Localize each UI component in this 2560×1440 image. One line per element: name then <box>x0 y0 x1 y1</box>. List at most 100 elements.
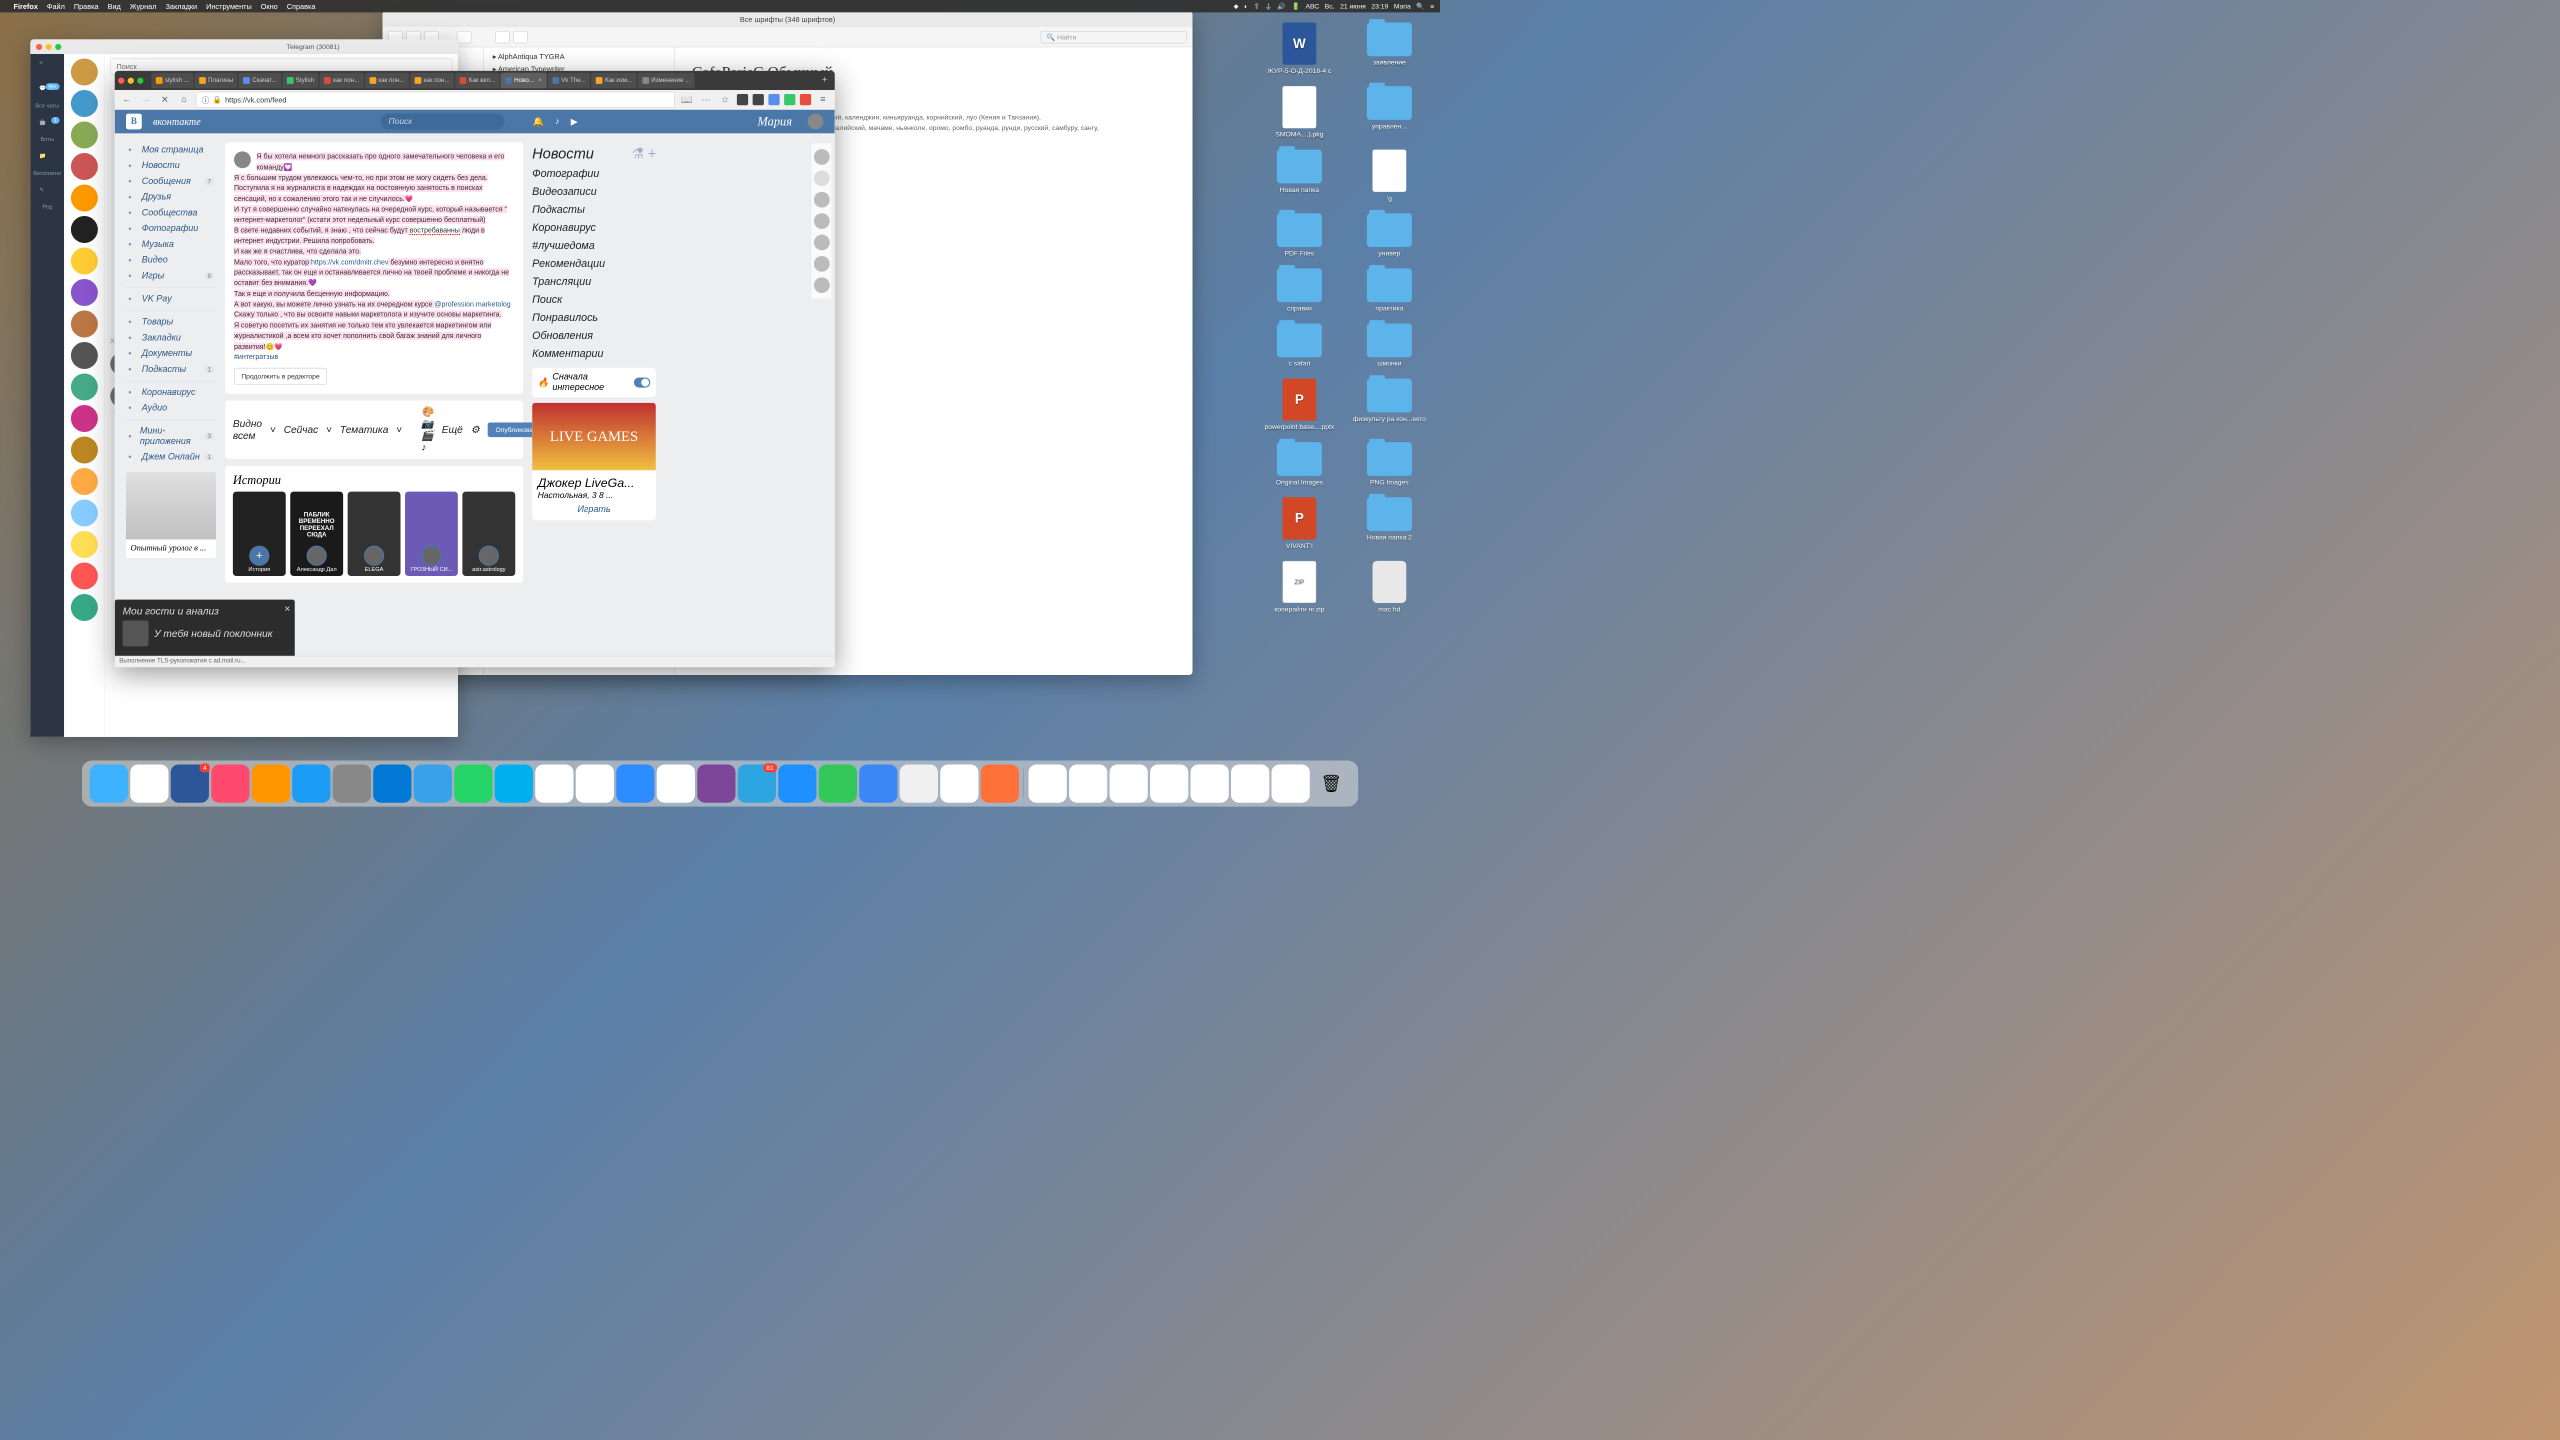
dock-app-tor[interactable] <box>697 764 735 802</box>
desktop-item[interactable]: SMOMA....).pkg <box>1260 86 1339 138</box>
rail-all-chats[interactable]: 💬99+Все чаты <box>35 86 59 110</box>
fwd-button[interactable] <box>513 31 528 43</box>
url-bar[interactable]: ⓘ🔒https://vk.com/feed <box>196 91 675 107</box>
desktop-item[interactable]: c safari <box>1260 323 1339 367</box>
dock-app-firefox[interactable] <box>981 764 1019 802</box>
dock-app-font[interactable] <box>900 764 938 802</box>
aside-item[interactable]: Понравилось <box>532 309 656 327</box>
lang-label[interactable]: АВС <box>1305 2 1319 10</box>
ext-icon[interactable] <box>800 94 811 105</box>
chat-avatar[interactable] <box>71 122 98 149</box>
rail-hamburger[interactable]: ≡ <box>39 60 55 76</box>
ad-card[interactable]: Опытный уролог в ... <box>126 472 216 558</box>
close-button[interactable] <box>118 77 124 83</box>
dock-trash[interactable]: 🗑 <box>1312 764 1350 802</box>
vk-search[interactable]: Поиск <box>381 114 505 130</box>
desktop-item[interactable]: шмонки <box>1350 323 1429 367</box>
ext-icon[interactable] <box>768 94 779 105</box>
desktop-item[interactable]: ZIPкопирайти нг.zip <box>1260 561 1339 613</box>
filter-icon[interactable]: ⚗ + <box>630 145 656 162</box>
nav-item[interactable]: •Моя страница <box>126 142 216 158</box>
story-item[interactable]: +История <box>233 492 286 576</box>
nav-item[interactable]: •VK Pay <box>126 291 216 307</box>
menu-file[interactable]: Файл <box>47 2 65 10</box>
zoom-button[interactable] <box>137 77 143 83</box>
visibility-select[interactable]: Видно всем <box>233 418 262 442</box>
search-icon[interactable]: 🔍 <box>1416 2 1424 10</box>
dock-app-settings[interactable] <box>333 764 371 802</box>
status-icon[interactable]: ⇪ <box>1254 2 1260 10</box>
control-center-icon[interactable]: ≡ <box>1430 2 1434 10</box>
strip-avatar[interactable] <box>814 213 830 229</box>
aside-item[interactable]: Поиск <box>532 291 656 309</box>
forward-button[interactable]: → <box>138 92 153 107</box>
desktop-item[interactable]: mac hd <box>1350 561 1429 613</box>
strip-avatar[interactable] <box>814 256 830 272</box>
dock-app-keynote[interactable] <box>535 764 573 802</box>
nav-item[interactable]: •Коронавирус <box>126 385 216 401</box>
nav-item[interactable]: •Музыка <box>126 237 216 253</box>
battery-icon[interactable]: 🔋 <box>1291 2 1299 10</box>
rail-bots[interactable]: 🤖1Боты <box>39 119 55 143</box>
dock-app-finder[interactable] <box>90 764 128 802</box>
browser-tab[interactable]: Vk The... <box>548 73 591 89</box>
chat-avatar[interactable] <box>71 594 98 621</box>
user[interactable]: Maria <box>1394 2 1411 10</box>
music-icon[interactable]: ♪ <box>555 116 560 126</box>
chat-avatar[interactable] <box>71 563 98 590</box>
chat-avatar[interactable] <box>71 374 98 401</box>
dock-app-outlook[interactable] <box>373 764 411 802</box>
menu-app[interactable]: Firefox <box>14 2 38 10</box>
time-select[interactable]: Сейчас <box>284 424 319 436</box>
rail-edit[interactable]: ✎Ред <box>39 187 55 211</box>
video-icon[interactable]: ▶ <box>571 116 578 127</box>
strip-camera-icon[interactable] <box>814 170 830 186</box>
desktop-item[interactable]: Ppowerpoint base....pptx <box>1260 379 1339 431</box>
status-icon[interactable]: ⬥ <box>1234 2 1239 10</box>
chat-avatar[interactable] <box>71 90 98 117</box>
desktop-item[interactable]: физкульту ра кон...екто <box>1350 379 1429 431</box>
strip-avatar[interactable] <box>814 192 830 208</box>
chat-avatar[interactable] <box>71 216 98 243</box>
aside-item[interactable]: Трансляции <box>532 273 656 291</box>
notif-icon[interactable]: 🔔 <box>533 116 544 127</box>
chat-avatar[interactable] <box>71 311 98 338</box>
desktop-item[interactable]: PDF Files <box>1260 213 1339 257</box>
menu-window[interactable]: Окно <box>261 2 278 10</box>
fontbook-search[interactable]: 🔍 Найти <box>1041 31 1187 43</box>
browser-tab[interactable]: Как вкл... <box>455 73 499 89</box>
dock-app-mail[interactable] <box>859 764 897 802</box>
desktop-item[interactable]: PVIVANT'ı <box>1260 497 1339 549</box>
nav-item[interactable]: •Видео <box>126 253 216 269</box>
desktop-item[interactable]: заявление <box>1350 23 1429 75</box>
browser-tab[interactable]: Stylish <box>282 73 318 89</box>
aside-item[interactable]: Рекомендации <box>532 255 656 273</box>
story-item[interactable]: ПАБЛИК ВРЕМЕННО ПЕРЕЕХАЛ СЮДААлександр Д… <box>290 492 343 576</box>
dock-app-notes[interactable] <box>130 764 168 802</box>
home-button[interactable]: ⌂ <box>177 92 192 107</box>
rail-free[interactable]: 📁Бесплатно <box>33 153 61 177</box>
browser-tab[interactable]: Как изм... <box>591 73 636 89</box>
dock-minimized-window[interactable] <box>1272 764 1310 802</box>
menu-history[interactable]: Журнал <box>130 2 157 10</box>
chat-avatar[interactable] <box>71 153 98 180</box>
minimize-button[interactable] <box>128 77 134 83</box>
browser-tab[interactable]: как пон... <box>410 73 454 89</box>
dock-app-messages[interactable] <box>819 764 857 802</box>
aside-item[interactable]: Подкасты <box>532 201 656 219</box>
dock-app-itunes[interactable] <box>211 764 249 802</box>
post-hashtag[interactable]: #интегратзыв <box>234 353 278 361</box>
dock-app-share[interactable] <box>576 764 614 802</box>
dock-app-whatsapp[interactable] <box>454 764 492 802</box>
promo-card[interactable]: LIVE GAMESДжокер LiveGa...Настольная, 3 … <box>532 403 656 521</box>
status-icon[interactable]: ◐ <box>1244 2 1248 10</box>
volume-icon[interactable]: 🔊 <box>1277 2 1285 10</box>
desktop-item[interactable]: Original Images <box>1260 442 1339 486</box>
topic-select[interactable]: Тематика <box>340 424 388 436</box>
nav-item[interactable]: •Мини-приложения3 <box>126 424 216 450</box>
ext-icon[interactable] <box>737 94 748 105</box>
menu-tools[interactable]: Инструменты <box>206 2 252 10</box>
add-button[interactable] <box>457 31 472 43</box>
strip-avatar[interactable] <box>814 149 830 165</box>
browser-tab[interactable]: как пон... <box>365 73 409 89</box>
